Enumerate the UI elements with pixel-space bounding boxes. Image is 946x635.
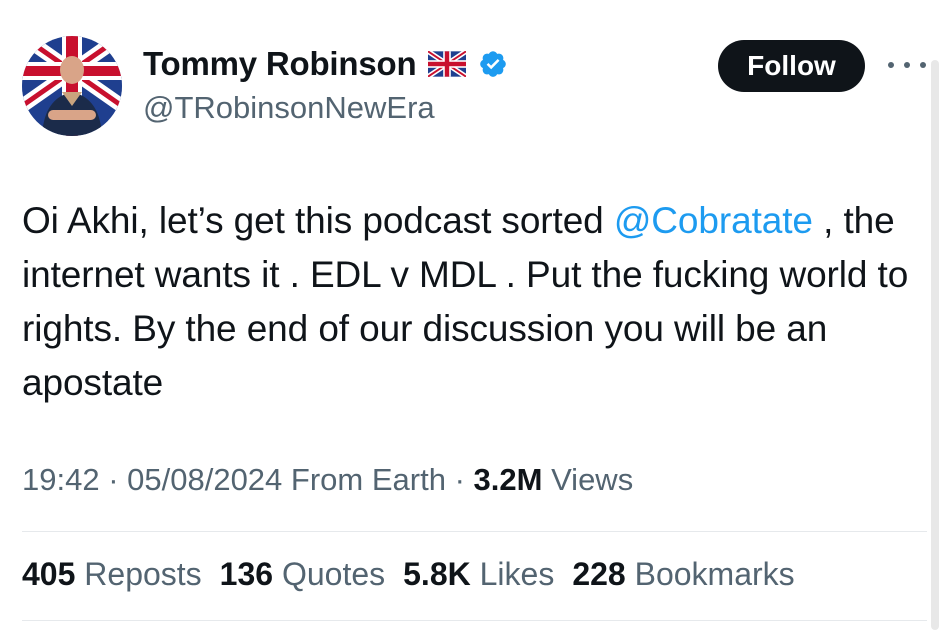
meta-separator: ·	[108, 462, 128, 497]
likes-label: Likes	[479, 556, 555, 592]
author-handle[interactable]: @TRobinsonNewEra	[143, 90, 435, 126]
avatar[interactable]	[22, 36, 122, 136]
divider	[22, 531, 927, 532]
follow-button[interactable]: Follow	[718, 40, 865, 92]
meta-separator: ·	[454, 462, 474, 497]
divider	[22, 620, 927, 621]
quotes-label: Quotes	[281, 556, 386, 592]
reposts-stat[interactable]: 405 Reposts	[22, 556, 202, 593]
author-display-name[interactable]: Tommy Robinson	[143, 45, 417, 83]
more-options-icon[interactable]	[888, 55, 926, 75]
quotes-count: 136	[219, 556, 274, 592]
bookmarks-count: 228	[572, 556, 626, 592]
likes-stat[interactable]: 5.8K Likes	[403, 556, 554, 593]
engagement-stats: 405 Reposts 136 Quotes 5.8K Likes 228 Bo…	[22, 556, 795, 593]
tweet-text-part-1: Oi Akhi, let’s get this podcast sorted	[22, 200, 614, 241]
bookmarks-stat[interactable]: 228 Bookmarks	[572, 556, 794, 593]
reposts-label: Reposts	[84, 556, 202, 592]
quotes-stat[interactable]: 136 Quotes	[220, 556, 385, 593]
likes-count: 5.8K	[403, 556, 471, 592]
uk-flag-icon	[428, 51, 467, 77]
tweet-card: Tommy Robinson @TRobinsonNewEra Follow O…	[0, 0, 946, 635]
verified-badge-icon	[480, 51, 507, 77]
tweet-meta: 19:42 · 05/08/2024 From Earth · 3.2M Vie…	[22, 462, 633, 498]
mention-link[interactable]: @Cobratate	[614, 200, 813, 241]
scrollbar[interactable]	[931, 60, 939, 630]
reposts-count: 405	[22, 556, 76, 592]
tweet-source: From Earth	[290, 462, 446, 497]
tweet-text: Oi Akhi, let’s get this podcast sorted @…	[22, 194, 927, 410]
views-label: Views	[551, 462, 634, 497]
views-count: 3.2M	[473, 462, 543, 497]
tweet-date[interactable]: 05/08/2024	[127, 462, 282, 497]
bookmarks-label: Bookmarks	[634, 556, 795, 592]
tweet-time[interactable]: 19:42	[22, 462, 100, 497]
author-name-row: Tommy Robinson	[143, 44, 508, 84]
